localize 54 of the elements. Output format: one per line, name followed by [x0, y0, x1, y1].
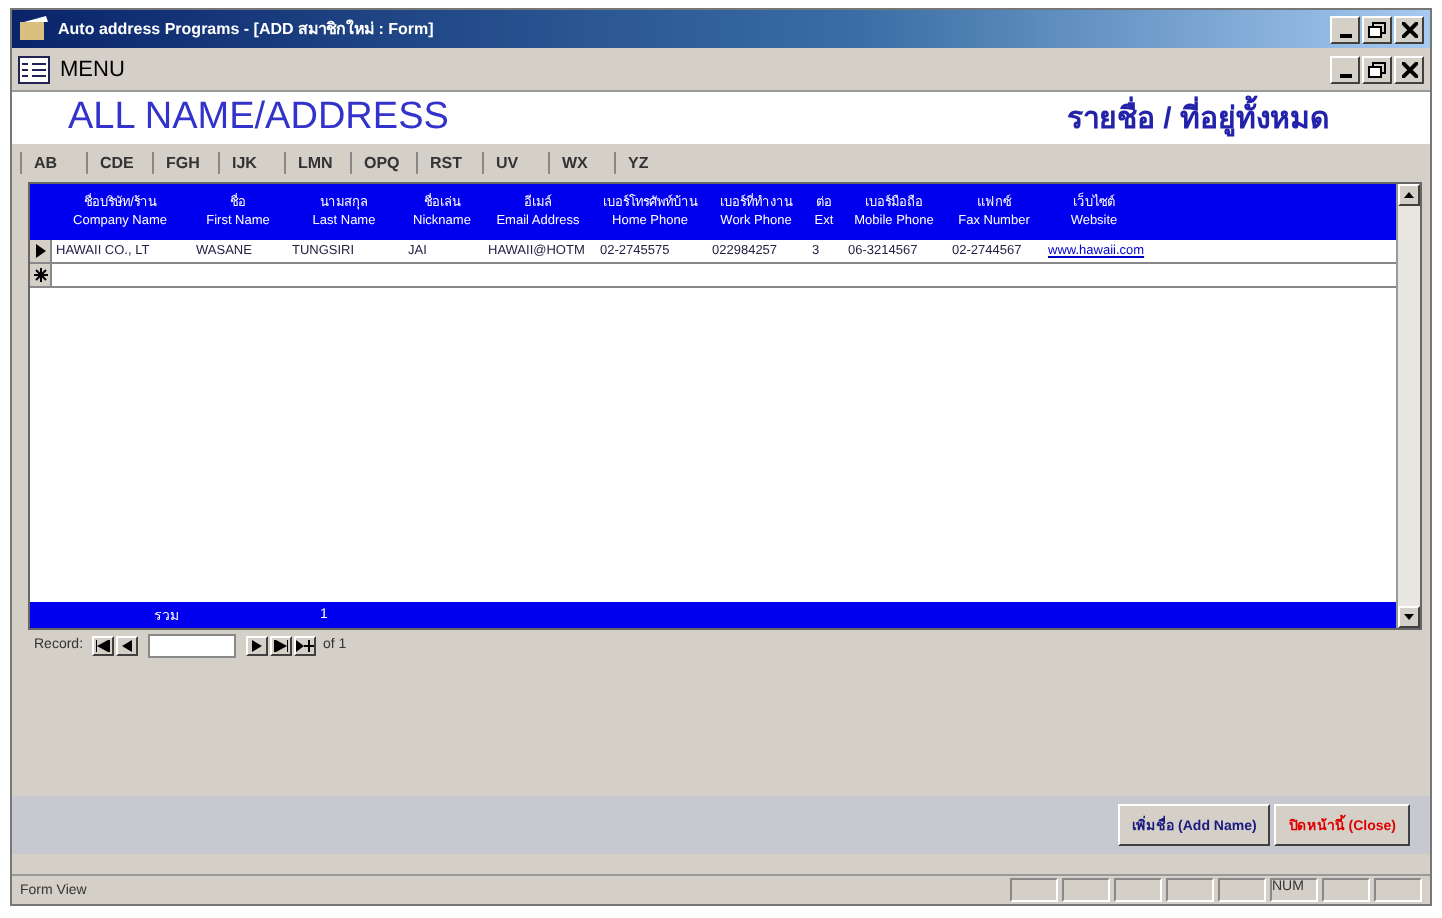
minimize-button[interactable]	[1330, 55, 1360, 83]
status-pane	[1374, 878, 1422, 902]
letter-tab[interactable]: FGH	[152, 152, 218, 174]
letter-tab[interactable]: AB	[20, 152, 86, 174]
letter-tab[interactable]: WX	[548, 152, 614, 174]
current-record-icon	[35, 244, 45, 258]
scroll-up-button[interactable]	[1398, 184, 1420, 206]
new-record-icon	[295, 639, 314, 651]
next-record-button[interactable]	[245, 635, 268, 655]
first-icon	[95, 639, 110, 651]
status-pane	[1114, 878, 1162, 902]
last-icon	[273, 639, 288, 651]
new-record-icon	[33, 268, 47, 282]
letter-tab[interactable]: OPQ	[350, 152, 416, 174]
new-record-button[interactable]	[293, 635, 316, 655]
minimize-icon	[1339, 73, 1351, 77]
next-icon	[251, 639, 262, 651]
record-selector[interactable]	[30, 264, 52, 286]
letter-tab[interactable]: IJK	[218, 152, 284, 174]
form-icon	[18, 55, 50, 83]
app-icon	[18, 15, 50, 43]
status-pane	[1218, 878, 1266, 902]
letter-tab[interactable]: UV	[482, 152, 548, 174]
minimize-button[interactable]	[1330, 15, 1360, 43]
status-pane	[1062, 878, 1110, 902]
previous-record-button[interactable]	[115, 635, 138, 655]
close-button[interactable]	[1394, 55, 1424, 83]
menu-label[interactable]: MENU	[60, 57, 125, 81]
status-pane	[1166, 878, 1214, 902]
restore-button[interactable]	[1362, 55, 1392, 83]
thai-form-title: รายชื่อ / ที่อยู่ทั้งหมด	[1066, 94, 1330, 142]
letter-tab[interactable]: CDE	[86, 152, 152, 174]
record-selector[interactable]	[30, 240, 52, 262]
minimize-icon	[1339, 33, 1351, 37]
first-record-button[interactable]	[91, 635, 114, 655]
restore-icon	[1368, 61, 1386, 77]
letter-tab[interactable]: YZ	[614, 152, 680, 174]
down-arrow-icon	[1404, 614, 1414, 620]
status-pane	[1322, 878, 1370, 902]
restore-button[interactable]	[1362, 15, 1392, 43]
up-arrow-icon	[1404, 192, 1414, 198]
letter-tab[interactable]: RST	[416, 152, 482, 174]
form-title: ALL NAME/ADDRESS	[68, 96, 449, 140]
status-pane	[1010, 878, 1058, 902]
letter-tab[interactable]: LMN	[284, 152, 350, 174]
close-icon	[1401, 21, 1417, 37]
restore-icon	[1368, 21, 1386, 37]
window-title: Auto address Programs - [ADD สมาชิกใหม่ : Form]	[58, 17, 434, 42]
previous-icon	[121, 639, 132, 651]
close-icon	[1401, 61, 1417, 77]
record-number-field[interactable]	[147, 633, 236, 657]
vertical-scrollbar[interactable]	[1396, 184, 1420, 628]
close-button[interactable]	[1394, 15, 1424, 43]
scroll-down-button[interactable]	[1398, 606, 1420, 628]
